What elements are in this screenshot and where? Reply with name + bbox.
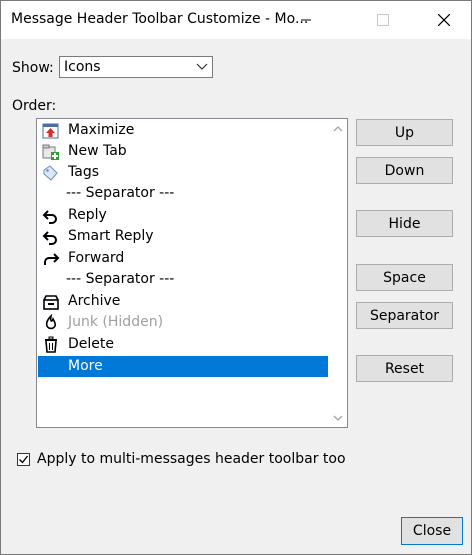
reply-icon [42,207,60,225]
list-item-separator[interactable]: --- Separator --- [38,269,328,290]
chevron-down-icon [333,415,342,421]
scroll-down-button[interactable] [329,409,346,426]
list-item-label: Delete [68,336,114,352]
dialog-window: Message Header Toolbar Customize - Mo...… [0,0,472,555]
chevron-down-icon [196,63,208,70]
delete-icon [42,336,60,354]
apply-multi-messages-label: Apply to multi-messages header toolbar t… [37,451,346,467]
list-item[interactable]: Maximize [38,120,328,141]
list-item-label: Junk (Hidden) [68,314,164,330]
list-item[interactable]: Archive [38,291,328,312]
tags-icon [42,164,60,182]
maximize-window-icon [377,14,389,26]
listbox-scrollbar[interactable] [329,120,346,426]
space-button[interactable]: Space [356,264,453,291]
list-item-label: --- Separator --- [66,185,175,201]
maximize-icon [42,122,60,140]
separator-button[interactable]: Separator [356,302,453,329]
list-item[interactable]: Forward [38,248,328,269]
down-button[interactable]: Down [356,157,453,184]
show-select[interactable]: Icons [59,56,213,78]
list-item-separator[interactable]: --- Separator --- [38,183,328,204]
close-icon [438,14,450,26]
list-item[interactable]: Delete [38,334,328,355]
minimize-button[interactable] [283,1,329,39]
list-item-label: Maximize [68,122,135,138]
list-item-label: More [68,358,103,374]
archive-icon [42,293,60,311]
show-select-value: Icons [64,59,101,75]
list-item-label: Reply [68,207,107,223]
list-item-label: Tags [68,164,99,180]
scroll-up-button[interactable] [329,120,346,137]
smart-reply-icon [42,228,60,246]
apply-multi-messages-checkbox[interactable] [17,453,30,466]
order-listbox[interactable]: Maximize New Tab Tags --- Separator --- … [36,118,348,428]
hide-button[interactable]: Hide [356,210,453,237]
new-tab-icon [42,143,60,161]
list-item-label: Smart Reply [68,228,154,244]
junk-icon [42,314,60,332]
list-item-label: --- Separator --- [66,271,175,287]
show-label: Show: [12,60,54,76]
list-item[interactable]: New Tab [38,141,328,162]
title-bar: Message Header Toolbar Customize - Mo... [1,1,471,39]
minimize-icon [301,19,311,21]
list-item[interactable]: Smart Reply [38,226,328,247]
order-label: Order: [12,98,57,114]
forward-icon [42,250,60,268]
chevron-up-icon [333,125,342,131]
reset-button[interactable]: Reset [356,355,453,382]
list-item-label: Archive [68,293,121,309]
list-item-label: New Tab [68,143,127,159]
close-window-button[interactable] [421,1,467,39]
list-item-selected[interactable]: More [38,356,328,377]
maximize-window-button[interactable] [360,1,406,39]
list-item-label: Forward [68,250,125,266]
list-item[interactable]: Tags [38,162,328,183]
close-button[interactable]: Close [401,517,463,545]
up-button[interactable]: Up [356,119,453,146]
checkmark-icon [19,455,29,464]
window-title: Message Header Toolbar Customize - Mo... [11,11,309,27]
list-item[interactable]: Reply [38,205,328,226]
list-item[interactable]: Junk (Hidden) [38,312,328,333]
